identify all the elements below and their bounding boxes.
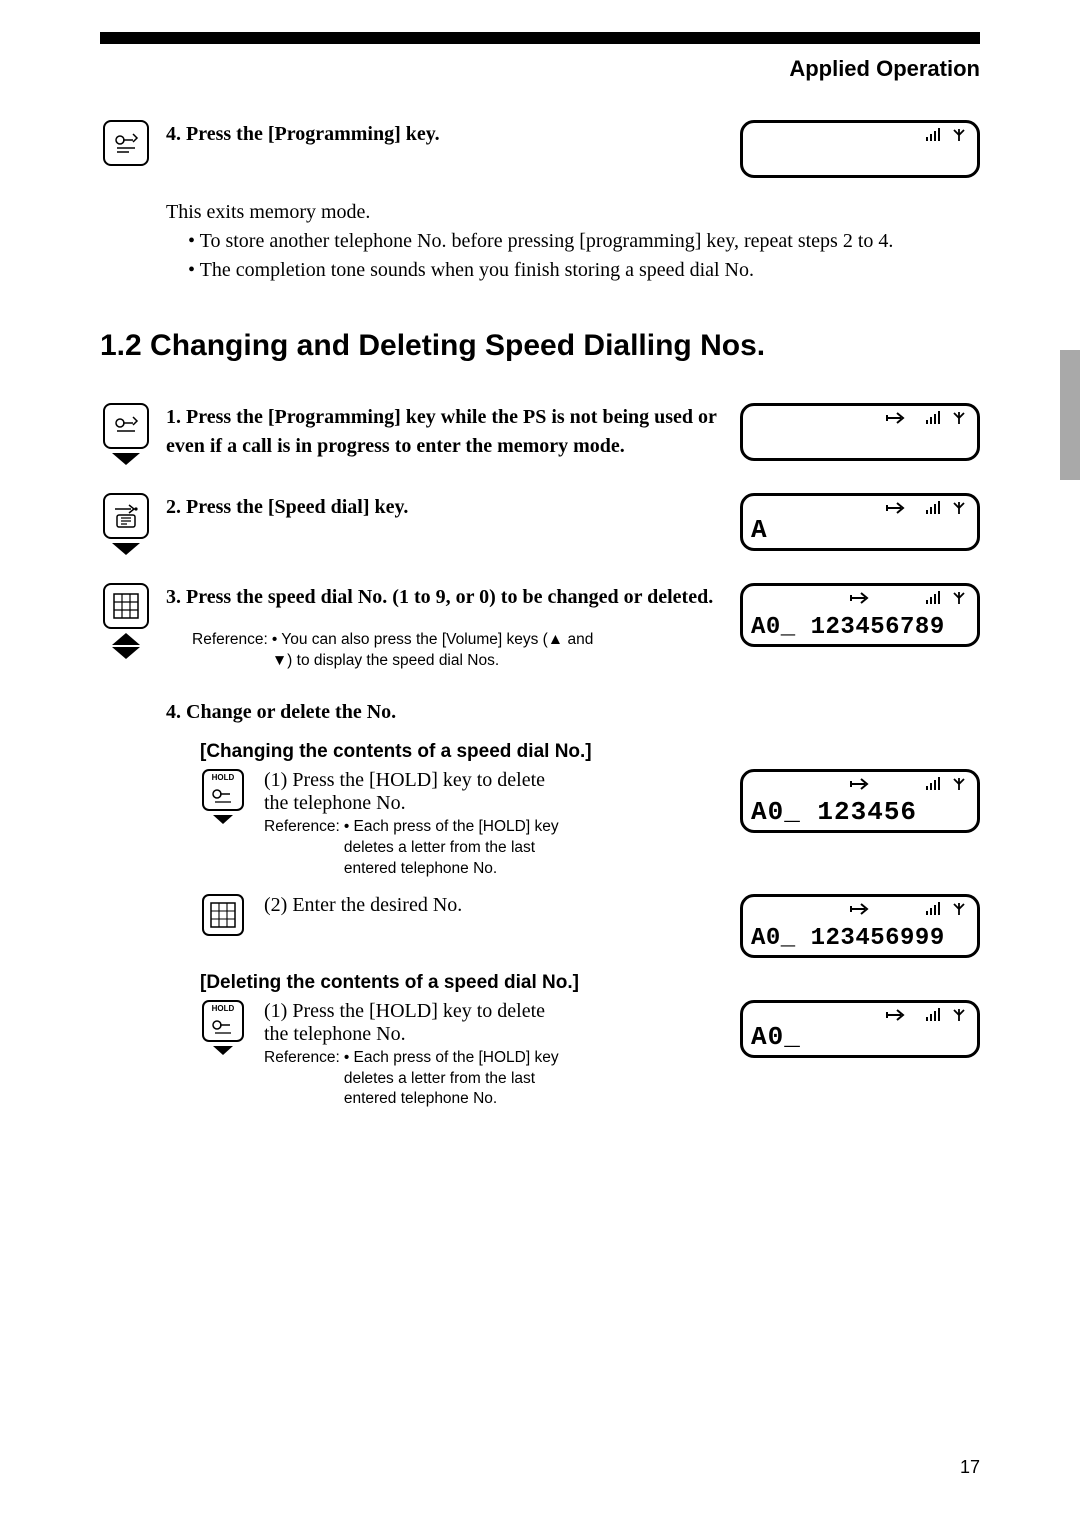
antenna-icon (951, 127, 967, 143)
lcd-display (740, 403, 980, 461)
step-text: Press the [Speed dial] key. (186, 496, 408, 518)
reference-label: Reference: (264, 817, 340, 880)
exit-line: This exits memory mode. (166, 198, 980, 227)
hold-key-icon: HOLD (202, 769, 244, 811)
step-text: Change or delete the No. (186, 701, 396, 723)
hold-key-icon: HOLD (202, 1000, 244, 1042)
antenna-icon (951, 901, 967, 917)
reference-label: Reference: (264, 1048, 340, 1111)
signal-icon (925, 901, 945, 917)
bullet-text: • The completion tone sounds when you fi… (202, 256, 980, 285)
arrow-down-icon (112, 453, 140, 465)
programming-key-icon (103, 403, 149, 449)
lcd-arrow-icon (885, 1007, 907, 1023)
step-text: Press the [Programming] key while the PS… (166, 406, 717, 457)
substep-text: (1) Press the [HOLD] key to delete the t… (264, 1000, 574, 1046)
lcd-arrow-icon (849, 776, 871, 792)
antenna-icon (951, 1007, 967, 1023)
signal-icon (925, 590, 945, 606)
lcd-arrow-icon (849, 590, 871, 606)
substep-text: (1) Press the [HOLD] key to delete the t… (264, 769, 574, 815)
arrow-down-icon (112, 647, 140, 659)
step-text: Press the speed dial No. (1 to 9, or 0) … (186, 586, 713, 608)
header-section-title: Applied Operation (789, 56, 980, 82)
lcd-text: A0_ 123456789 (751, 614, 969, 641)
keypad-icon (202, 894, 244, 936)
lcd-arrow-icon (885, 500, 907, 516)
reference-text: • You can also press the [Volume] keys (… (272, 630, 602, 672)
lcd-display (740, 120, 980, 178)
side-thumb-tab (1060, 350, 1080, 480)
page-number: 17 (960, 1457, 980, 1478)
antenna-icon (951, 590, 967, 606)
lcd-arrow-icon (885, 410, 907, 426)
antenna-icon (951, 410, 967, 426)
subsection-heading: [Changing the contents of a speed dial N… (200, 741, 980, 763)
lcd-text: A0_ 123456999 (751, 925, 969, 952)
antenna-icon (951, 500, 967, 516)
step-number: 3. (166, 586, 181, 608)
step-number: 2. (166, 496, 181, 518)
signal-icon (925, 410, 945, 426)
bullet-text: • To store another telephone No. before … (202, 227, 980, 256)
arrow-down-icon (213, 815, 233, 824)
arrow-down-icon (112, 543, 140, 555)
antenna-icon (951, 776, 967, 792)
signal-icon (925, 776, 945, 792)
arrow-down-icon (213, 1046, 233, 1055)
signal-icon (925, 1007, 945, 1023)
lcd-display: A0_ 123456999 (740, 894, 980, 958)
signal-icon (925, 127, 945, 143)
arrow-up-icon (112, 633, 140, 645)
keypad-icon (103, 583, 149, 629)
lcd-text: A (751, 515, 768, 545)
reference-text: • Each press of the [HOLD] key deletes a… (344, 817, 584, 880)
substep-text: (2) Enter the desired No. (264, 894, 717, 917)
step-number: 4. (166, 701, 181, 723)
reference-label: Reference: (192, 630, 268, 672)
reference-text: • Each press of the [HOLD] key deletes a… (344, 1048, 584, 1111)
lcd-text: A0_ (751, 1022, 801, 1052)
lcd-arrow-icon (849, 901, 871, 917)
lcd-text: A0_ 123456 (751, 797, 969, 827)
header-bar (100, 32, 980, 44)
step-number: 1. (166, 406, 181, 428)
hold-key-label: HOLD (212, 1004, 235, 1013)
section-heading: 1.2 Changing and Deleting Speed Dialling… (100, 329, 980, 363)
lcd-display: A0_ (740, 1000, 980, 1058)
hold-key-label: HOLD (212, 773, 235, 782)
step-number: 4. (166, 123, 181, 145)
programming-key-icon (103, 120, 149, 166)
lcd-display: A0_ 123456 (740, 769, 980, 833)
lcd-display: A (740, 493, 980, 551)
signal-icon (925, 500, 945, 516)
speed-dial-key-icon (103, 493, 149, 539)
subsection-heading: [Deleting the contents of a speed dial N… (200, 972, 980, 994)
lcd-display: A0_ 123456789 (740, 583, 980, 647)
step-text: Press the [Programming] key. (186, 123, 440, 145)
